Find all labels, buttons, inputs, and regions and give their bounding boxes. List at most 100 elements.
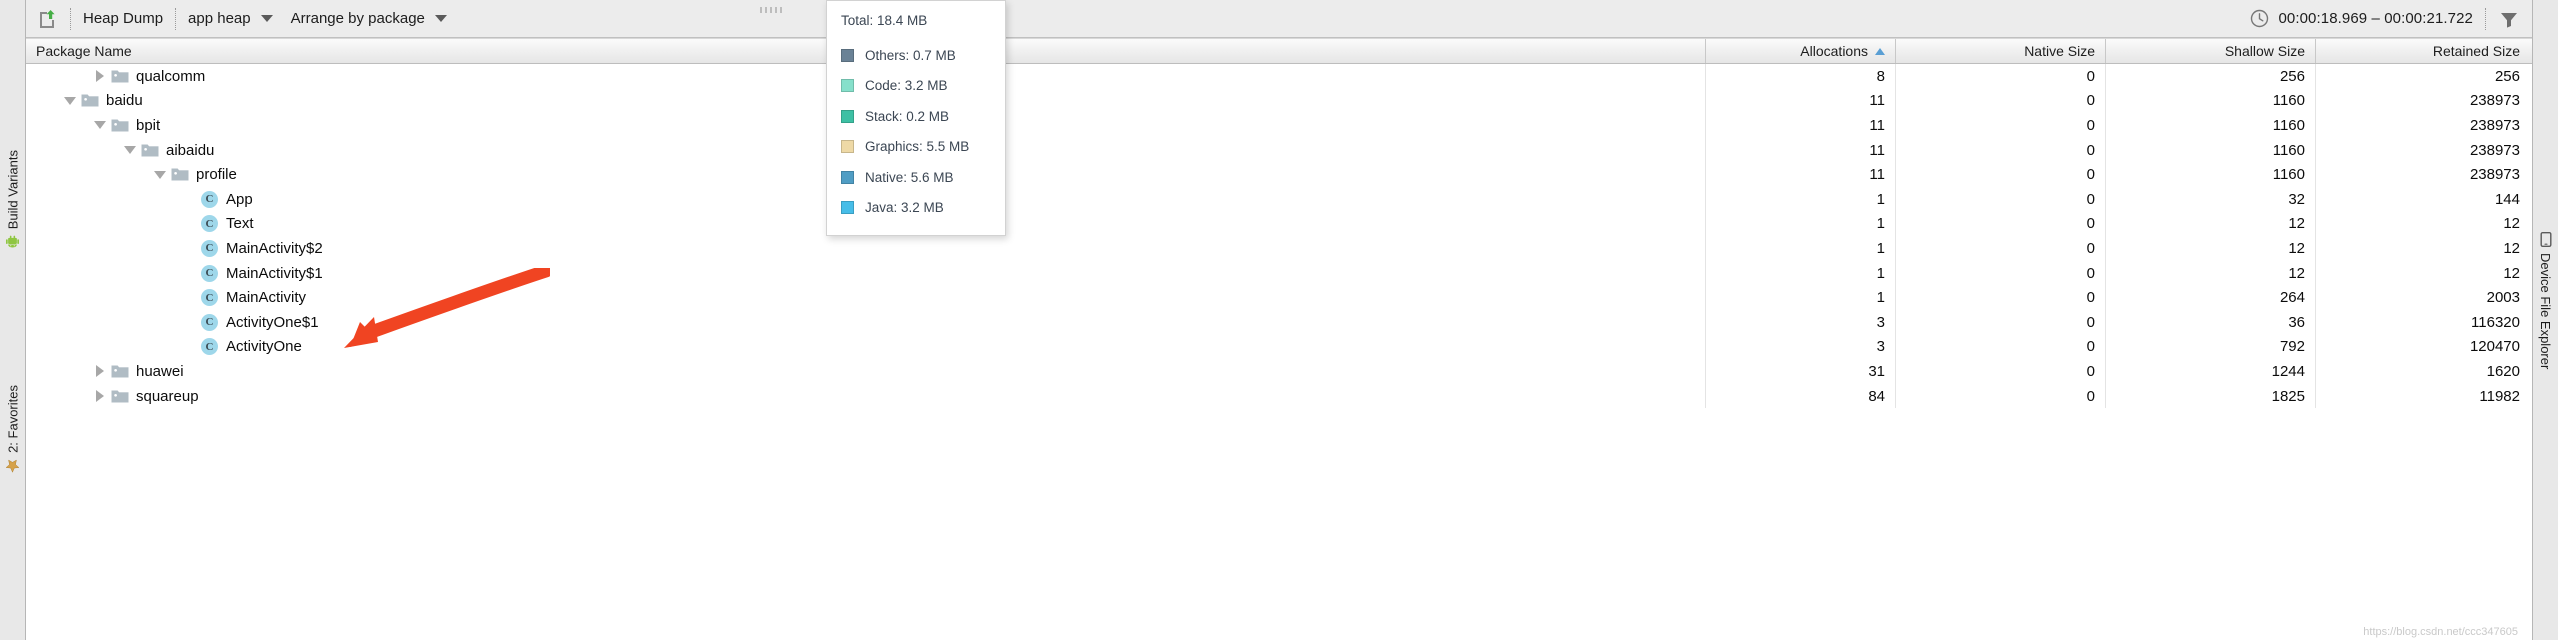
memory-legend-tooltip: Total: 18.4 MB Others: 0.7 MB Code: 3.2 M…: [826, 0, 1006, 236]
column-header-retained-size[interactable]: Retained Size: [2316, 39, 2530, 63]
tree-node-label: aibaidu: [166, 141, 215, 159]
filter-funnel-icon[interactable]: [2498, 9, 2520, 29]
cell-allocations: 11: [1706, 113, 1896, 138]
profiler-toolbar: Heap Dump app heap Arrange by package 00…: [26, 0, 2532, 38]
folder-icon: [111, 118, 129, 133]
tree-expand-triangle-right-icon[interactable]: [92, 363, 108, 379]
toolbar-left-group: Heap Dump app heap Arrange by package: [26, 0, 451, 37]
cell-package-name: C MainActivity: [26, 285, 1706, 310]
table-row[interactable]: bpit 11 0 1160 238973: [26, 113, 2532, 138]
cell-package-name: C ActivityOne: [26, 334, 1706, 360]
tree-twisty-placeholder: [182, 191, 198, 207]
cell-retained-size: 1620: [2486, 362, 2520, 380]
cell-retained-size: 12: [2503, 215, 2520, 233]
legend-entry-label: Java: 3.2 MB: [865, 200, 944, 216]
table-row[interactable]: C ActivityOne 3 0 792 120470: [26, 334, 2532, 360]
cell-package-name: C MainActivity$1: [26, 260, 1706, 286]
heap-dump-title: Heap Dump: [83, 10, 164, 27]
cell-shallow-size: 1244: [2106, 359, 2316, 384]
arrange-by-chevron-down-icon[interactable]: [434, 15, 447, 22]
arrange-by-value[interactable]: Arrange by package: [291, 10, 425, 27]
table-row[interactable]: squareup 84 0 1825 11982: [26, 383, 2532, 409]
column-header-native-size[interactable]: Native Size: [1896, 39, 2106, 63]
cell-allocations: 11: [1706, 162, 1896, 187]
sort-ascending-icon: [1875, 47, 1885, 55]
cell-native-size: 0: [1896, 359, 2106, 384]
cell-allocations: 1: [1706, 285, 1896, 310]
heap-select-chevron-down-icon[interactable]: [260, 15, 273, 22]
cell-retained-size: 12: [2503, 264, 2520, 282]
cell-retained-size: 238973: [2469, 166, 2520, 184]
table-row[interactable]: C Text 1 0 12 12: [26, 211, 2532, 237]
tree-expand-triangle-down-icon[interactable]: [152, 167, 168, 183]
cell-retained-size: 116320: [2471, 313, 2520, 331]
cell-allocations: 3: [1706, 309, 1896, 335]
tree-node-label: Text: [226, 215, 254, 233]
cell-retained-size: 238973: [2469, 116, 2520, 134]
cell-native-size: 0: [1896, 137, 2106, 163]
cell-native-size: 0: [1896, 162, 2106, 187]
tree-expand-triangle-down-icon[interactable]: [62, 93, 78, 109]
tool-tab-favorites-label: 2: Favorites: [5, 385, 20, 453]
tool-tab-device-file-explorer-label: Device File Explorer: [2538, 253, 2553, 370]
tree-twisty-placeholder: [182, 314, 198, 330]
java-class-icon: C: [201, 190, 218, 208]
table-row[interactable]: huawei 31 0 1244 1620: [26, 359, 2532, 384]
cell-package-name: C ActivityOne$1: [26, 309, 1706, 335]
cell-allocations: 11: [1706, 88, 1896, 114]
window-grip: [760, 1, 800, 13]
cell-shallow-size: 12: [2106, 236, 2316, 261]
tool-tab-build-variants[interactable]: Build Variants: [5, 150, 20, 250]
tree-node-label: MainActivity$2: [226, 239, 323, 257]
tree-node-label: profile: [196, 166, 237, 184]
tree-expand-triangle-down-icon[interactable]: [92, 117, 108, 133]
table-body: qualcomm 8 0 256 256 baidu 11 0 1160 238973 bpit 11…: [26, 64, 2532, 409]
folder-icon: [111, 364, 129, 379]
table-row[interactable]: C MainActivity 1 0 264 2003: [26, 285, 2532, 310]
cell-native-size: 0: [1896, 186, 2106, 212]
tool-tab-build-variants-label: Build Variants: [5, 150, 20, 230]
column-header-allocations[interactable]: Allocations: [1706, 39, 1896, 63]
cell-retained-size: 238973: [2469, 141, 2520, 159]
tree-node-label: MainActivity: [226, 289, 307, 307]
tree-expand-triangle-down-icon[interactable]: [122, 142, 138, 158]
tool-tab-device-file-explorer[interactable]: Device File Explorer: [2538, 232, 2553, 369]
heap-select-value[interactable]: app heap: [188, 10, 251, 27]
legend-color-swatch: [841, 170, 854, 184]
table-row[interactable]: qualcomm 8 0 256 256: [26, 64, 2532, 89]
table-row[interactable]: profile 11 0 1160 238973: [26, 162, 2532, 187]
tree-expand-triangle-right-icon[interactable]: [92, 68, 108, 84]
table-row[interactable]: C MainActivity$2 1 0 12 12: [26, 236, 2532, 261]
heap-dump-table: Package Name Allocations Native Size Sha…: [26, 38, 2532, 640]
legend-color-swatch: [841, 140, 854, 154]
tree-twisty-placeholder: [182, 265, 198, 281]
memory-profiler-window: Build Variants 2: Favorites Device File …: [0, 0, 2558, 640]
tree-node-label: qualcomm: [136, 67, 206, 85]
table-row[interactable]: C ActivityOne$1 3 0 36 116320: [26, 309, 2532, 335]
column-header-shallow-size[interactable]: Shallow Size: [2106, 39, 2316, 63]
table-row[interactable]: aibaidu 11 0 1160 238973: [26, 137, 2532, 163]
tree-expand-triangle-right-icon[interactable]: [92, 388, 108, 404]
legend-entry: Code: 3.2 MB: [841, 71, 991, 102]
cell-retained-size: 120470: [2469, 338, 2520, 356]
table-row[interactable]: baidu 11 0 1160 238973: [26, 88, 2532, 114]
tool-tab-favorites[interactable]: 2: Favorites: [5, 385, 20, 474]
java-class-icon: C: [201, 215, 218, 233]
selection-time-range: 00:00:18.969 – 00:00:21.722: [2278, 10, 2473, 27]
cell-allocations: 1: [1706, 260, 1896, 286]
toolbar-right-group: 00:00:18.969 – 00:00:21.722: [2250, 0, 2532, 37]
cell-native-size: 0: [1896, 309, 2106, 335]
legend-entry: Stack: 0.2 MB: [841, 101, 991, 132]
cell-shallow-size: 1160: [2106, 162, 2316, 187]
table-row[interactable]: C App 1 0 32 144: [26, 186, 2532, 212]
java-class-icon: C: [201, 338, 218, 356]
cell-retained-size: 256: [2494, 67, 2520, 85]
legend-entry-label: Others: 0.7 MB: [865, 47, 956, 63]
cell-shallow-size: 36: [2106, 309, 2316, 335]
heap-dump-export-icon[interactable]: [36, 8, 58, 30]
cell-shallow-size: 12: [2106, 211, 2316, 237]
table-row[interactable]: C MainActivity$1 1 0 12 12: [26, 260, 2532, 286]
folder-icon: [111, 389, 129, 404]
cell-allocations: 1: [1706, 236, 1896, 261]
legend-entry-label: Code: 3.2 MB: [865, 78, 948, 94]
